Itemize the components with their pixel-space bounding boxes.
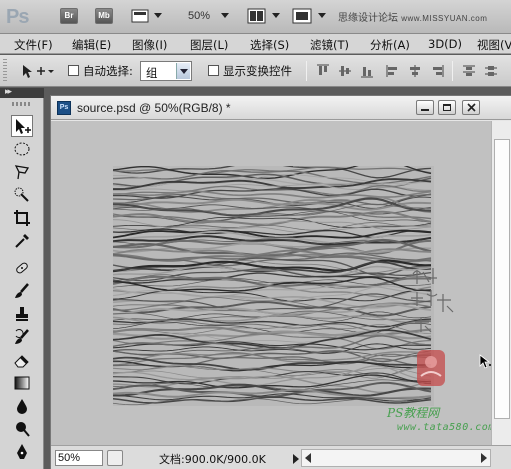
options-bar: 自动选择: 组 显示变换控件 <box>0 55 511 87</box>
minimize-button[interactable] <box>416 100 434 115</box>
auto-select-label: 自动选择: <box>83 64 133 78</box>
launch-bridge-button[interactable]: Br <box>60 8 78 24</box>
dodge-tool-icon[interactable] <box>11 418 33 440</box>
photoshop-document-icon: Ps <box>57 101 71 115</box>
minimize-icon <box>421 109 429 111</box>
tutorial-watermark: PS教程网 www.tata580.com <box>387 404 491 433</box>
show-transform-controls-checkbox[interactable] <box>208 65 219 76</box>
document-size-info[interactable]: 文档:900.0K/900.0K <box>159 451 266 467</box>
eyedropper-icon[interactable] <box>11 230 33 252</box>
canvas-area[interactable]: PS教程网 www.tata580.com <box>51 121 491 445</box>
align-vertical-centers-icon[interactable] <box>338 64 352 78</box>
zoom-dropdown-icon[interactable] <box>221 13 229 18</box>
pen-tool-icon[interactable] <box>11 441 33 463</box>
align-horizontal-centers-icon[interactable] <box>408 64 422 78</box>
zoom-input[interactable]: 50% <box>55 450 103 466</box>
scroll-left-icon[interactable] <box>305 453 311 463</box>
options-separator <box>452 61 453 81</box>
menu-bar: 文件(F) 编辑(E) 图像(I) 图层(L) 选择(S) 滤镜(T) 分析(A… <box>0 34 511 54</box>
photoshop-logo: Ps <box>6 6 29 28</box>
chevron-down-icon[interactable] <box>176 63 190 79</box>
document-title-bar[interactable]: Ps source.psd @ 50%(RGB/8) * <box>51 96 511 120</box>
menu-select[interactable]: 选择(S) <box>250 37 289 53</box>
menu-file[interactable]: 文件(F) <box>14 37 53 53</box>
zoom-level[interactable]: 50% <box>188 10 210 22</box>
tutorial-watermark-text: PS教程网 <box>387 406 440 420</box>
arrange-documents-icon[interactable] <box>247 8 267 24</box>
healing-brush-icon[interactable] <box>11 257 33 279</box>
vertical-scroll-thumb[interactable] <box>494 139 510 419</box>
screen-mode-icon[interactable] <box>292 8 314 24</box>
menu-view[interactable]: 视图(V) <box>477 37 511 53</box>
view-extras-icon[interactable] <box>131 8 153 24</box>
scroll-right-icon[interactable] <box>481 453 487 463</box>
auto-select-checkbox[interactable] <box>68 65 79 76</box>
vertical-scrollbar[interactable] <box>491 121 511 445</box>
menu-edit[interactable]: 编辑(E) <box>72 37 111 53</box>
show-transform-controls-label: 显示变换控件 <box>223 64 292 78</box>
view-extras-dropdown-icon[interactable] <box>154 13 162 18</box>
options-bar-grip[interactable] <box>3 59 7 83</box>
site-watermark-url: www.MISSYUAN.com <box>401 14 488 23</box>
status-bar: 50% 文档:900.0K/900.0K <box>51 445 511 469</box>
menu-analysis[interactable]: 分析(A) <box>370 37 410 53</box>
align-left-edges-icon[interactable] <box>386 64 400 78</box>
expand-panel-icon[interactable]: ▸▸ <box>5 87 12 97</box>
arrange-dropdown-icon[interactable] <box>272 13 280 18</box>
menu-3d[interactable]: 3D(D) <box>428 37 462 51</box>
tools-panel-header[interactable]: ▸▸ <box>0 87 44 98</box>
auto-select-target-select[interactable]: 组 <box>140 61 192 81</box>
tutorial-watermark-url: www.tata580.com <box>397 422 491 433</box>
launch-mini-bridge-button[interactable]: Mb <box>95 8 113 24</box>
distribute-vertical-centers-icon[interactable] <box>484 64 498 78</box>
auto-select-target-value: 组 <box>146 66 158 80</box>
maximize-button[interactable] <box>438 100 456 115</box>
polygonal-lasso-icon[interactable] <box>11 161 33 183</box>
site-watermark: 思缘设计论坛 www.MISSYUAN.com <box>338 9 487 24</box>
menu-filter[interactable]: 滤镜(T) <box>310 37 349 53</box>
align-top-edges-icon[interactable] <box>316 64 330 78</box>
history-brush-icon[interactable] <box>11 326 33 348</box>
screen-mode-dropdown-icon[interactable] <box>318 13 326 18</box>
application-bar: Ps Br Mb 50% 思缘设计论坛 www.MISSYUAN.com <box>0 0 511 34</box>
seal-watermark-icon <box>411 268 454 386</box>
menu-image[interactable]: 图像(I) <box>132 37 167 53</box>
brush-tool-icon[interactable] <box>11 280 33 302</box>
clone-stamp-icon[interactable] <box>11 303 33 325</box>
quick-selection-icon[interactable] <box>11 184 33 206</box>
elliptical-marquee-icon[interactable] <box>11 138 33 160</box>
status-info-icon[interactable] <box>107 450 123 466</box>
move-cursor-icon <box>479 354 491 369</box>
tools-panel <box>0 98 44 469</box>
distribute-top-edges-icon[interactable] <box>462 64 476 78</box>
document-window: Ps source.psd @ 50%(RGB/8) * PS教程网 www.t… <box>50 95 511 469</box>
tools-panel-grip[interactable] <box>12 102 30 106</box>
eraser-icon[interactable] <box>11 349 33 371</box>
align-bottom-edges-icon[interactable] <box>360 64 374 78</box>
gradient-tool-icon[interactable] <box>11 372 33 394</box>
crop-tool-icon[interactable] <box>11 207 33 229</box>
horizontal-scrollbar[interactable] <box>301 449 491 467</box>
move-tool-icon[interactable] <box>11 115 33 137</box>
blur-tool-icon[interactable] <box>11 395 33 417</box>
close-icon <box>467 103 476 112</box>
close-button[interactable] <box>462 100 480 115</box>
status-menu-arrow-icon[interactable] <box>293 454 299 464</box>
options-separator <box>306 61 307 81</box>
maximize-icon <box>443 104 451 111</box>
site-watermark-text: 思缘设计论坛 <box>338 13 398 24</box>
displacement-lines-artwork[interactable] <box>113 166 434 406</box>
tool-preset-picker-icon[interactable] <box>20 62 56 80</box>
menu-layer[interactable]: 图层(L) <box>190 37 228 53</box>
document-title: source.psd @ 50%(RGB/8) * <box>77 101 231 115</box>
align-right-edges-icon[interactable] <box>430 64 444 78</box>
